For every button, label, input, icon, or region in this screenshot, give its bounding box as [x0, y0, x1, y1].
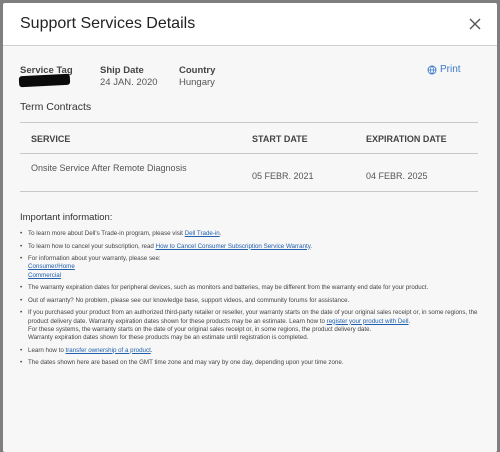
item-text: . — [219, 230, 222, 237]
consumer-home-link[interactable]: Consumer/Home — [28, 263, 75, 270]
service-cell: Onsite Service After Remote Diagnosis — [31, 163, 187, 173]
item-text: . — [310, 242, 313, 250]
redacted-service-tag — [18, 73, 71, 88]
close-icon[interactable] — [465, 14, 485, 34]
country-value: Hungary — [179, 77, 215, 88]
modal-body: Service Tag Ship Date 24 JAN. 2020 Count… — [3, 46, 497, 452]
register-product-link[interactable]: register your product with Dell — [327, 318, 409, 325]
list-item: If you purchased your product from an au… — [20, 309, 486, 342]
expiration-date-cell: 04 FEBR. 2025 — [366, 171, 428, 181]
item-text: The warranty expiration dates for periph… — [28, 284, 429, 292]
modal-title: Support Services Details — [20, 15, 196, 32]
item-text: . — [150, 346, 153, 354]
table-header: SERVICE START DATE EXPIRATION DATE — [20, 122, 478, 154]
item-text: For information about your warranty, ple… — [28, 255, 161, 263]
info-heading: Important information: — [20, 212, 113, 223]
item-text: Warranty expiration dates shown for thes… — [28, 333, 309, 341]
trade-in-link[interactable]: Dell Trade-in — [185, 230, 220, 237]
term-contracts-heading: Term Contracts — [20, 101, 92, 113]
list-item: The dates shown here are based on the GM… — [20, 359, 486, 367]
important-information: Important information: To learn more abo… — [20, 212, 486, 372]
info-list: To learn more about Dell's Trade-in prog… — [20, 230, 486, 368]
list-item: Out of warranty? No problem, please see … — [20, 297, 486, 305]
table-row: Onsite Service After Remote Diagnosis 05… — [20, 154, 478, 192]
item-text: Learn how to — [28, 346, 66, 354]
list-item: Learn how to transfer ownership of a pro… — [20, 347, 486, 355]
col-expiration-date: EXPIRATION DATE — [366, 134, 447, 144]
item-text: Out of warranty? No problem, please see … — [28, 296, 350, 304]
list-item: To learn more about Dell's Trade-in prog… — [20, 230, 486, 238]
start-date-cell: 05 FEBR. 2021 — [252, 171, 314, 181]
ship-date-value: 24 JAN. 2020 — [100, 77, 158, 88]
print-button[interactable]: Print — [427, 64, 461, 75]
support-services-modal: Support Services Details Service Tag Shi… — [3, 3, 497, 452]
item-text: To learn how to cancel your subscription… — [28, 242, 156, 250]
modal-header: Support Services Details — [3, 3, 497, 46]
col-start-date: START DATE — [252, 134, 308, 144]
item-text: To learn more about Dell's Trade-in prog… — [28, 230, 185, 237]
list-item: For information about your warranty, ple… — [20, 255, 486, 280]
item-text: The dates shown here are based on the GM… — [28, 359, 344, 367]
col-service: SERVICE — [31, 134, 71, 144]
cancel-subscription-link[interactable]: How to Cancel Consumer Subscription Serv… — [156, 243, 311, 250]
print-label: Print — [440, 64, 461, 75]
transfer-ownership-link[interactable]: transfer ownership of a product — [66, 347, 151, 354]
country-label: Country — [179, 65, 216, 76]
globe-icon — [427, 65, 437, 74]
list-item: To learn how to cancel your subscription… — [20, 243, 486, 251]
item-text: For these systems, the warranty starts o… — [28, 325, 372, 333]
list-item: The warranty expiration dates for periph… — [20, 284, 486, 292]
ship-date-label: Ship Date — [100, 65, 144, 76]
commercial-link[interactable]: Commercial — [28, 272, 61, 279]
item-text: . — [408, 317, 411, 325]
term-contracts-table: SERVICE START DATE EXPIRATION DATE Onsit… — [20, 122, 478, 192]
